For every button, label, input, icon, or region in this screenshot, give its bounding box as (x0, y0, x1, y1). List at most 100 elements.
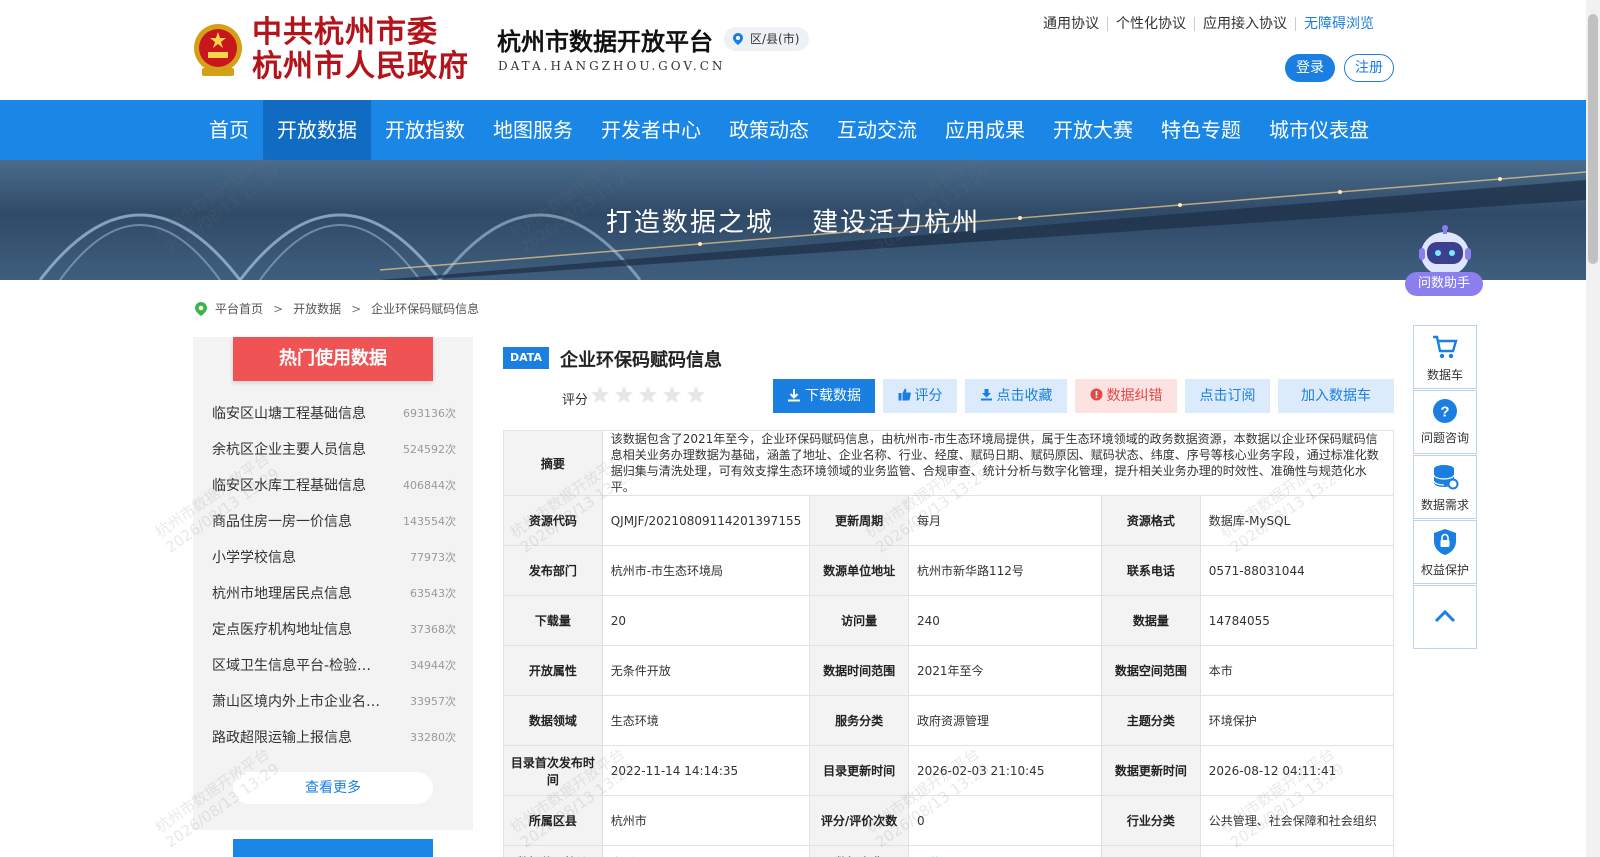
link-app-agreement[interactable]: 应用接入协议 (1194, 17, 1295, 31)
star-icon[interactable] (662, 385, 682, 405)
list-item[interactable]: 定点医疗机构地址信息 37368次 (212, 611, 456, 647)
nav-item-dashboard[interactable]: 城市仪表盘 (1255, 100, 1383, 160)
data-cart-button[interactable]: 数据车 (1413, 325, 1477, 389)
register-button[interactable]: 注册 (1344, 54, 1394, 82)
gov-title-line1: 中共杭州市委 (252, 15, 438, 50)
link-general-agreement[interactable]: 通用协议 (1035, 17, 1107, 31)
nav-item-policy[interactable]: 政策动态 (715, 100, 823, 160)
nav-item-open-index[interactable]: 开放指数 (371, 100, 479, 160)
nav-item-contest[interactable]: 开放大赛 (1039, 100, 1147, 160)
nav-item-home[interactable]: 首页 (195, 100, 263, 160)
nav-item-results[interactable]: 应用成果 (931, 100, 1039, 160)
table-row: 下载量 20 访问量 240 数据量 14784055 (503, 595, 1395, 646)
login-button[interactable]: 登录 (1285, 54, 1335, 82)
field-value: 生态环境 (601, 695, 811, 746)
region-selector[interactable]: 区/县(市) (724, 27, 810, 51)
empty-cell (1101, 845, 1201, 857)
field-value: 2026-02-03 21:10:45 (907, 745, 1103, 796)
page-scrollbar[interactable] (1586, 0, 1600, 857)
hot-item-count: 33957次 (410, 695, 456, 708)
hot-item-name[interactable]: 路政超限运输上报信息 (212, 727, 384, 747)
assistant-label[interactable]: 问数助手 (1405, 272, 1483, 296)
location-pin-icon (733, 33, 743, 45)
floating-toolbar: 数据车 ? 问题咨询 数据需求 权益保护 (1413, 325, 1477, 649)
field-value: 环境保护 (1199, 695, 1395, 746)
location-pin-icon (195, 301, 207, 316)
star-icon[interactable] (590, 385, 610, 405)
question-icon: ? (1433, 399, 1457, 423)
platform-title[interactable]: 杭州市数据开放平台 (497, 22, 713, 57)
view-more-button[interactable]: 查看更多 (233, 772, 433, 804)
hot-item-name[interactable]: 杭州市地理居民点信息 (212, 583, 384, 603)
hot-item-count: 143554次 (403, 515, 456, 528)
thumbs-up-icon (898, 388, 911, 401)
table-row: 数据使用协议 查看 数据字典 下载 (503, 845, 1395, 857)
faq-label: 问题咨询 (1420, 431, 1469, 445)
warning-icon (1090, 388, 1102, 401)
field-value: 14784055 (1199, 595, 1395, 646)
hot-item-count: 63543次 (410, 587, 456, 600)
field-value: 杭州市 (601, 795, 811, 846)
dataset-info-table: 摘要 该数据包含了2021年至今，企业环保码赋码信息，由杭州市-市生态环境局提供… (503, 430, 1395, 857)
nav-item-map-service[interactable]: 地图服务 (479, 100, 587, 160)
list-item[interactable]: 临安区山塘工程基础信息 693136次 (212, 395, 456, 431)
rights-protection-button[interactable]: 权益保护 (1413, 520, 1477, 584)
field-label: 更新周期 (809, 495, 909, 546)
region-label: 区/县(市) (750, 32, 800, 46)
field-label: 资源格式 (1101, 495, 1201, 546)
field-value: 2026-08-12 04:11:41 (1199, 745, 1395, 796)
link-accessibility[interactable]: 无障碍浏览 (1295, 17, 1374, 31)
field-label: 服务分类 (809, 695, 909, 746)
data-request-button[interactable]: 数据需求 (1413, 455, 1477, 519)
list-item[interactable]: 小学学校信息 77973次 (212, 539, 456, 575)
back-to-top-button[interactable] (1413, 585, 1477, 649)
empty-cell (1199, 845, 1395, 857)
nav-item-developer[interactable]: 开发者中心 (587, 100, 715, 160)
scrollbar-thumb[interactable] (1588, 14, 1598, 264)
link-personal-agreement[interactable]: 个性化协议 (1107, 17, 1194, 31)
hot-item-name[interactable]: 临安区山塘工程基础信息 (212, 403, 384, 423)
hot-item-name[interactable]: 余杭区企业主要人员信息 (212, 439, 384, 459)
report-error-label: 数据纠错 (1106, 388, 1163, 404)
add-to-cart-button[interactable]: 加入数据车 (1278, 379, 1394, 413)
list-item[interactable]: 杭州市地理居民点信息 63543次 (212, 575, 456, 611)
list-item[interactable]: 路政超限运输上报信息 33280次 (212, 719, 456, 755)
hot-item-name[interactable]: 萧山区境内外上市企业名… (212, 691, 384, 711)
report-error-button[interactable]: 数据纠错 (1075, 379, 1177, 413)
hot-item-name[interactable]: 定点医疗机构地址信息 (212, 619, 384, 639)
nav-item-open-data[interactable]: 开放数据 (263, 100, 371, 160)
download-data-button[interactable]: 下载数据 (773, 379, 875, 413)
view-agreement-link[interactable]: 查看 (601, 845, 811, 857)
breadcrumb-open-data[interactable]: 开放数据 (293, 300, 341, 317)
nav-item-interaction[interactable]: 互动交流 (823, 100, 931, 160)
summary-text: 该数据包含了2021年至今，企业环保码赋码信息，由杭州市-市生态环境局提供，属于… (601, 430, 1395, 496)
hot-item-name[interactable]: 商品住房一房一价信息 (212, 511, 384, 531)
download-dictionary-link[interactable]: 下载 (907, 845, 1103, 857)
field-value: QJMJF/20210809114201397155 (601, 495, 811, 546)
faq-button[interactable]: ? 问题咨询 (1413, 390, 1477, 454)
rating-stars[interactable] (590, 385, 710, 405)
list-item[interactable]: 商品住房一房一价信息 143554次 (212, 503, 456, 539)
star-icon[interactable] (686, 385, 706, 405)
star-icon[interactable] (638, 385, 658, 405)
hot-item-count: 33280次 (410, 731, 456, 744)
hot-item-count: 406844次 (403, 479, 456, 492)
field-value: 杭州市-市生态环境局 (601, 545, 811, 596)
list-item[interactable]: 萧山区境内外上市企业名… 33957次 (212, 683, 456, 719)
hot-item-name[interactable]: 小学学校信息 (212, 547, 384, 567)
field-label: 主题分类 (1101, 695, 1201, 746)
list-item[interactable]: 区域卫生信息平台-检验… 34944次 (212, 647, 456, 683)
rate-button[interactable]: 评分 (883, 379, 957, 413)
breadcrumb-home[interactable]: 平台首页 (215, 300, 263, 317)
hot-item-name[interactable]: 区域卫生信息平台-检验… (212, 655, 384, 675)
data-cart-label: 数据车 (1426, 368, 1463, 382)
list-item[interactable]: 余杭区企业主要人员信息 524592次 (212, 431, 456, 467)
download-icon (788, 388, 800, 401)
star-icon[interactable] (614, 385, 634, 405)
list-item[interactable]: 临安区水库工程基础信息 406844次 (212, 467, 456, 503)
nav-item-topics[interactable]: 特色专题 (1147, 100, 1255, 160)
favorite-button[interactable]: 点击收藏 (965, 379, 1067, 413)
field-label: 数据领域 (503, 695, 603, 746)
hot-item-name[interactable]: 临安区水库工程基础信息 (212, 475, 384, 495)
subscribe-button[interactable]: 点击订阅 (1185, 379, 1270, 413)
